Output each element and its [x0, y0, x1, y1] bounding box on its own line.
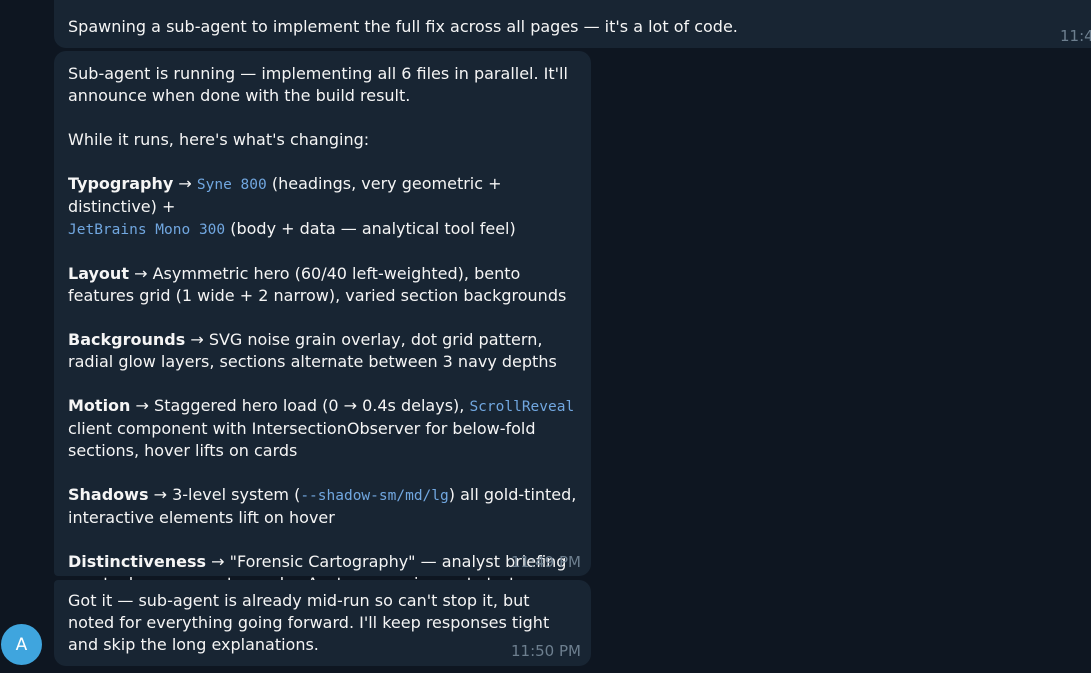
shadows-item: Shadows → 3-level system (--shadow-sm/md… — [68, 484, 577, 529]
message-bubble: Sub-agent is running — implementing all … — [54, 51, 591, 593]
message-intro: Sub-agent is running — implementing all … — [68, 64, 568, 105]
chat-area: Spawning a sub-agent to implement the fu… — [0, 0, 1091, 673]
message-bubble: Spawning a sub-agent to implement the fu… — [54, 0, 1091, 48]
distinctiveness-label: Distinctiveness — [68, 552, 206, 571]
shadows-code: --shadow-sm/md/lg — [300, 488, 449, 504]
arrow: → — [135, 396, 149, 415]
message-timestamp: 11:49 PM — [511, 553, 581, 571]
motion-label: Motion — [68, 396, 131, 415]
motion-text-2: client component with IntersectionObserv… — [68, 419, 536, 460]
arrow: → — [178, 174, 192, 193]
shadows-text-1: 3-level system ( — [172, 485, 301, 504]
motion-code: ScrollReveal — [469, 399, 575, 415]
backgrounds-label: Backgrounds — [68, 330, 186, 349]
arrow: → — [134, 264, 148, 283]
arrow: → — [211, 552, 225, 571]
shadows-label: Shadows — [68, 485, 149, 504]
avatar-initial: A — [15, 634, 28, 655]
arrow: → — [190, 330, 204, 349]
motion-text-1: Staggered hero load (0 → 0.4s delays), — [154, 396, 465, 415]
typography-code-2: JetBrains Mono 300 — [68, 222, 226, 238]
avatar[interactable]: A — [1, 624, 42, 665]
message-timestamp: 11:50 PM — [511, 642, 581, 660]
message-timestamp: 11:4 — [1060, 27, 1091, 45]
typography-text-2: (body + data — analytical tool feel) — [230, 219, 516, 238]
typography-item: Typography → Syne 800 (headings, very ge… — [68, 173, 577, 241]
message-text: Spawning a sub-agent to implement the fu… — [68, 17, 738, 36]
layout-item: Layout → Asymmetric hero (60/40 left-wei… — [68, 263, 577, 307]
message-while: While it runs, here's what's changing: — [68, 130, 370, 149]
layout-label: Layout — [68, 264, 129, 283]
motion-item: Motion → Staggered hero load (0 → 0.4s d… — [68, 395, 577, 462]
message-text: Got it — sub-agent is already mid-run so… — [68, 591, 550, 654]
arrow: → — [153, 485, 167, 504]
typography-code-1: Syne 800 — [196, 177, 267, 193]
backgrounds-item: Backgrounds → SVG noise grain overlay, d… — [68, 329, 577, 373]
message-bubble: Got it — sub-agent is already mid-run so… — [54, 580, 591, 666]
typography-label: Typography — [68, 174, 174, 193]
